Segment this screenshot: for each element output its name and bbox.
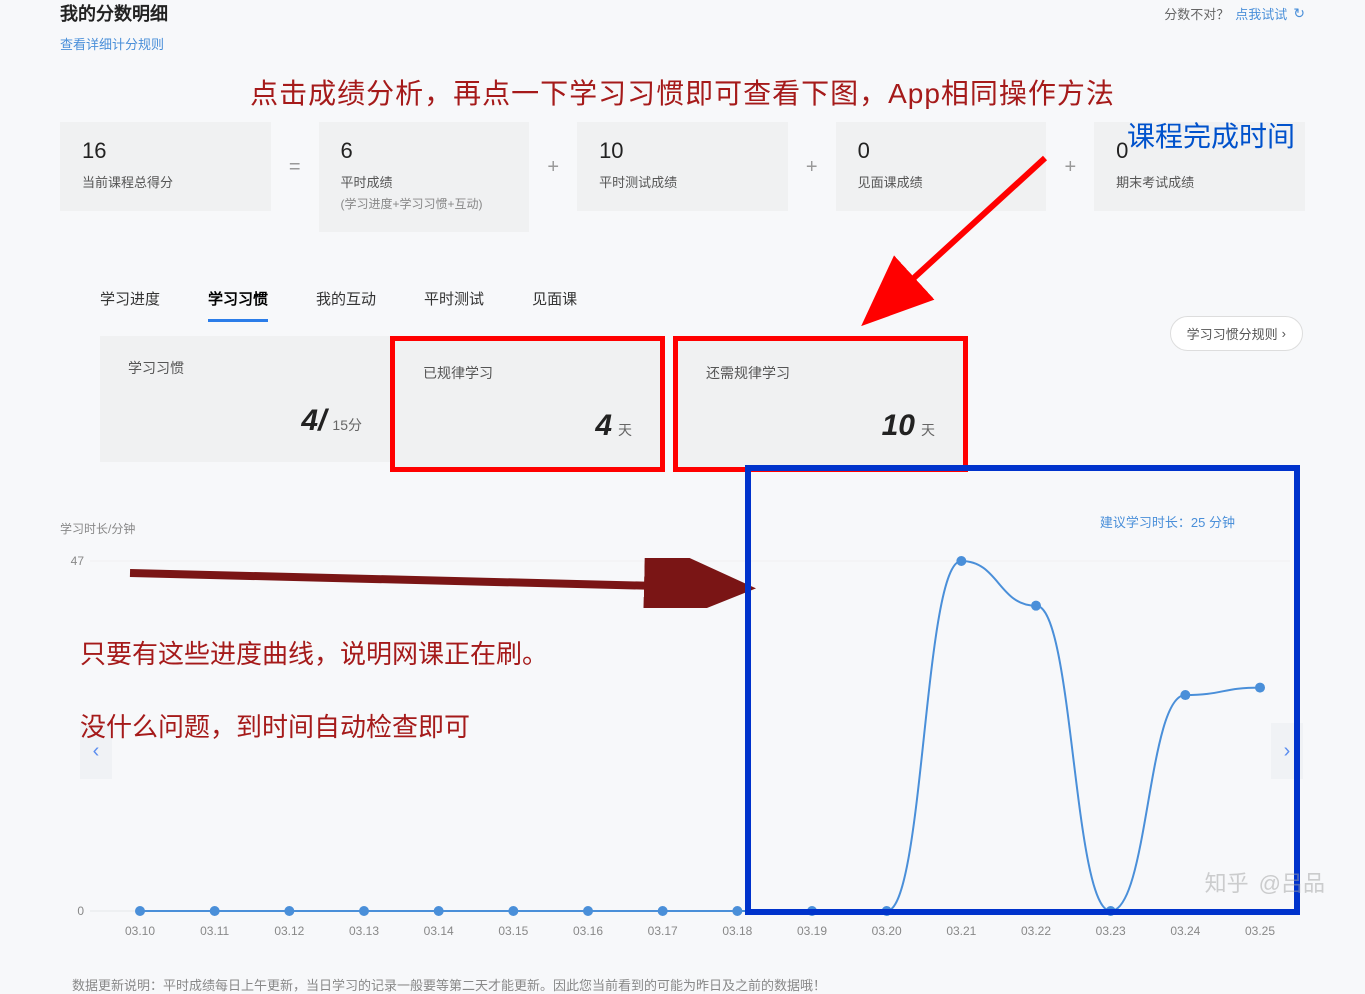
tab-interact[interactable]: 我的互动 bbox=[316, 288, 376, 322]
rules-link[interactable]: 查看详细计分规则 bbox=[60, 34, 164, 53]
chevron-right-icon: › bbox=[1282, 326, 1286, 341]
feedback-link[interactable]: 点我试试 bbox=[1235, 4, 1287, 23]
score-final-label: 期末考试成绩 bbox=[1116, 172, 1283, 191]
svg-text:03.10: 03.10 bbox=[125, 924, 155, 938]
habit-rules-label: 学习习惯分规则 bbox=[1187, 324, 1278, 343]
svg-text:03.11: 03.11 bbox=[200, 924, 229, 938]
tab-meeting[interactable]: 见面课 bbox=[532, 288, 577, 322]
data-update-note: 数据更新说明：平时成绩每日上午更新，当日学习的记录一般要等第二天才能更新。因此您… bbox=[60, 975, 1305, 994]
svg-text:03.19: 03.19 bbox=[797, 924, 827, 938]
svg-text:0: 0 bbox=[77, 904, 84, 918]
chart-next-button[interactable]: › bbox=[1271, 723, 1303, 779]
habit-score-card: 学习习惯 4/15分 bbox=[100, 336, 390, 462]
score-total: 16 当前课程总得分 bbox=[60, 122, 271, 211]
watermark: 知乎 @吕品 bbox=[1205, 866, 1325, 898]
svg-text:03.25: 03.25 bbox=[1245, 924, 1275, 938]
habit-need-value: 10 bbox=[882, 409, 915, 442]
habit-done-title: 已规律学习 bbox=[423, 363, 632, 383]
tab-progress[interactable]: 学习进度 bbox=[100, 288, 160, 322]
svg-text:03.13: 03.13 bbox=[349, 924, 379, 938]
op-plus-1: + bbox=[529, 156, 577, 179]
chart-hint: 建议学习时长：25 分钟 bbox=[1100, 512, 1235, 531]
habit-need-title: 还需规律学习 bbox=[706, 363, 935, 383]
svg-text:03.22: 03.22 bbox=[1021, 924, 1051, 938]
score-total-value: 16 bbox=[82, 140, 249, 162]
score-regular: 6 平时成绩 (学习进度+学习习惯+互动) bbox=[319, 122, 530, 232]
score-regular-value: 6 bbox=[341, 140, 508, 162]
refresh-icon[interactable]: ↻ bbox=[1293, 5, 1305, 22]
op-plus-3: + bbox=[1046, 156, 1094, 179]
score-regular-label: 平时成绩 bbox=[341, 172, 508, 191]
habit-score-title: 学习习惯 bbox=[128, 358, 362, 378]
op-plus-2: + bbox=[788, 156, 836, 179]
score-meeting: 0 见面课成绩 bbox=[836, 122, 1047, 211]
habit-done-value: 4 bbox=[595, 409, 612, 442]
habit-rules-button[interactable]: 学习习惯分规则 › bbox=[1170, 316, 1303, 351]
score-test-value: 10 bbox=[599, 140, 766, 162]
svg-text:03.14: 03.14 bbox=[424, 924, 454, 938]
score-meeting-value: 0 bbox=[858, 140, 1025, 162]
habit-score-unit: 15分 bbox=[332, 417, 362, 433]
score-test-label: 平时测试成绩 bbox=[599, 172, 766, 191]
watermark-brand: 知乎 bbox=[1205, 866, 1249, 898]
svg-text:03.23: 03.23 bbox=[1096, 924, 1126, 938]
habit-need-unit: 天 bbox=[921, 422, 935, 438]
score-breakdown: 16 当前课程总得分 = 6 平时成绩 (学习进度+学习习惯+互动) + 10 … bbox=[60, 122, 1305, 232]
habit-cards: 学习习惯 4/15分 已规律学习 4天 还需规律学习 10天 bbox=[60, 336, 1305, 472]
annotation-mid-line1: 只要有这些进度曲线，说明网课正在刷。 bbox=[80, 630, 548, 679]
svg-text:03.12: 03.12 bbox=[274, 924, 304, 938]
annotation-top-red: 点击成绩分析，再点一下学习习惯即可查看下图，App相同操作方法 bbox=[60, 72, 1305, 112]
annotation-mid-line2: 没什么问题，到时间自动检查即可 bbox=[80, 703, 548, 752]
feedback-prefix: 分数不对？ bbox=[1164, 4, 1229, 23]
svg-text:03.24: 03.24 bbox=[1170, 924, 1200, 938]
score-meeting-label: 见面课成绩 bbox=[858, 172, 1025, 191]
habit-score-value: 4/ bbox=[301, 404, 326, 437]
score-total-label: 当前课程总得分 bbox=[82, 172, 249, 191]
annotation-mid-red: 只要有这些进度曲线，说明网课正在刷。 没什么问题，到时间自动检查即可 bbox=[80, 630, 548, 753]
svg-text:03.21: 03.21 bbox=[946, 924, 976, 938]
annotation-top-blue: 课程完成时间 bbox=[1127, 115, 1295, 155]
score-test: 10 平时测试成绩 bbox=[577, 122, 788, 211]
op-equals: = bbox=[271, 156, 319, 179]
score-regular-sub: (学习进度+学习习惯+互动) bbox=[341, 195, 508, 212]
page-title: 我的分数明细 bbox=[60, 0, 168, 26]
svg-text:03.20: 03.20 bbox=[872, 924, 902, 938]
habit-done-unit: 天 bbox=[618, 422, 632, 438]
svg-text:03.17: 03.17 bbox=[648, 924, 678, 938]
tab-test[interactable]: 平时测试 bbox=[424, 288, 484, 322]
tab-habit[interactable]: 学习习惯 bbox=[208, 288, 268, 322]
tabs: 学习进度 学习习惯 我的互动 平时测试 见面课 bbox=[60, 288, 1305, 322]
svg-text:03.18: 03.18 bbox=[722, 924, 752, 938]
svg-text:03.15: 03.15 bbox=[498, 924, 528, 938]
feedback-area: 分数不对？ 点我试试 ↻ bbox=[1164, 4, 1305, 23]
svg-text:03.16: 03.16 bbox=[573, 924, 603, 938]
habit-done-card: 已规律学习 4天 bbox=[390, 336, 665, 472]
svg-text:47: 47 bbox=[71, 554, 85, 568]
watermark-user: @吕品 bbox=[1259, 866, 1325, 898]
habit-need-card: 还需规律学习 10 天 bbox=[673, 336, 968, 472]
